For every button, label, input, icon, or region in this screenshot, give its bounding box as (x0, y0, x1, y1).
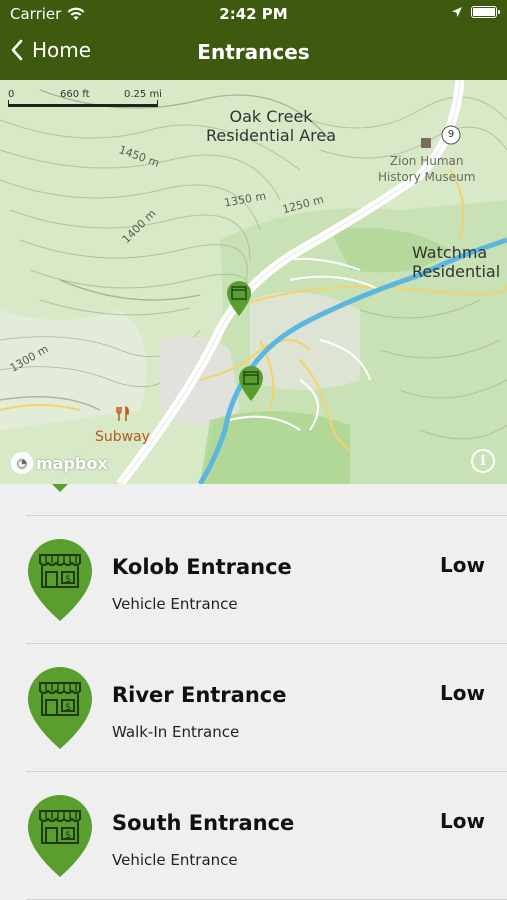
road-shield-label: 9 (447, 129, 455, 140)
partial-entrance-pin-icon (52, 484, 68, 492)
crowd-level: Low (440, 809, 485, 833)
map-view[interactable]: 0 660 ft 0.25 mi Oak Creek Residential A… (0, 80, 507, 484)
clock: 2:42 PM (219, 5, 288, 23)
scale-label-miles: 0.25 mi (124, 89, 162, 100)
entrance-store-icon: $ (28, 539, 92, 621)
status-bar: Carrier 2:42 PM (0, 0, 507, 28)
map-pin-entrance[interactable] (224, 279, 254, 317)
museum-label-line1: Zion Human (389, 154, 464, 168)
entrance-row[interactable]: $ River Entrance Walk-In Entrance Low (0, 643, 507, 771)
entrance-row[interactable]: $ South Entrance Vehicle Entrance Low (0, 771, 507, 899)
entrance-row[interactable]: $ Kolob Entrance Vehicle Entrance Low (0, 515, 507, 643)
scale-label-zero: 0 (8, 89, 15, 100)
entrance-type: Vehicle Entrance (112, 595, 238, 613)
entrance-store-icon: $ (28, 795, 92, 877)
watchman-label-line2: Residential (412, 262, 501, 281)
svg-text:$: $ (65, 830, 71, 841)
page-title: Entrances (197, 40, 310, 64)
entrance-name: South Entrance (112, 811, 295, 835)
svg-text:$: $ (65, 702, 71, 713)
navigation-bar: Home Entrances (0, 28, 507, 80)
museum-label-line2: History Museum (378, 170, 476, 184)
mapbox-logo-icon: ◔ (11, 452, 33, 474)
crowd-level: Low (440, 681, 485, 705)
location-arrow-icon (452, 7, 462, 17)
scale-bar-line (8, 100, 158, 107)
entrance-list[interactable]: $ Kolob Entrance Vehicle Entrance Low $ Ri… (0, 484, 507, 900)
entrance-name: River Entrance (112, 683, 287, 707)
entrance-type: Walk-In Entrance (112, 723, 240, 741)
battery-icon (471, 6, 500, 18)
oak-creek-label-line1: Oak Creek (229, 107, 313, 126)
crowd-level: Low (440, 553, 485, 577)
oak-creek-label-line2: Residential Area (206, 126, 337, 145)
museum-label: Zion Human History Museum (378, 153, 475, 185)
entrance-store-icon: $ (28, 667, 92, 749)
mapbox-logo[interactable]: ◔ mapbox (11, 452, 108, 474)
scale-label-feet: 660 ft (60, 89, 90, 100)
oak-creek-label: Oak Creek Residential Area (206, 107, 336, 145)
subway-label: Subway (95, 429, 150, 445)
map-pin-entrance[interactable] (236, 364, 266, 402)
watchman-label-line1: Watchma (412, 243, 488, 262)
entrance-name: Kolob Entrance (112, 555, 292, 579)
restaurant-icon (116, 406, 129, 421)
entrance-type: Vehicle Entrance (112, 851, 238, 869)
watchman-label: Watchma Residential (412, 243, 500, 281)
mapbox-logo-text: mapbox (36, 453, 108, 473)
svg-text:$: $ (65, 574, 71, 585)
map-info-button[interactable]: i (471, 449, 495, 473)
